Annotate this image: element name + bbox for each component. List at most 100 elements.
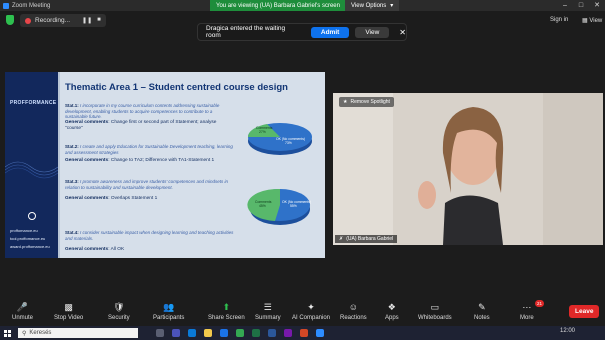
pie-chart-1: Comments 27% OK (No comments) 73% [247, 123, 312, 155]
zoom-taskbar-icon[interactable] [316, 329, 324, 337]
app-title: Zoom Meeting [0, 2, 51, 9]
participants-icon: 👥 [163, 301, 175, 312]
gc-text: : Change to TA2; Difference with TA1-Sta… [108, 158, 215, 163]
ai-companion-button[interactable]: ✦ AI Companion [292, 301, 330, 322]
view-waiting-button[interactable]: View [355, 26, 390, 38]
file-explorer-icon[interactable] [204, 329, 212, 337]
pie-chart-2: Comments 45% OK (No comments) 55% [247, 188, 311, 225]
teams-icon[interactable] [172, 329, 180, 337]
windows-logo-icon [3, 329, 11, 337]
speaker-video-frame [333, 93, 603, 245]
reactions-icon: ☺ [348, 302, 358, 312]
stat-1: Stat.1: I incorporate in my course curri… [65, 103, 235, 120]
maximize-button[interactable]: □ [573, 0, 589, 11]
encryption-shield-icon[interactable] [6, 15, 14, 25]
stat-label: Stat.2: [65, 144, 79, 149]
slide-link-1: proffomance.eu [10, 228, 38, 233]
globe-icon [28, 212, 36, 220]
reactions-button[interactable]: ☺ Reactions [340, 302, 367, 321]
taskbar-clock: 12:00 [559, 328, 575, 334]
notes-icon: ✎ [478, 301, 486, 312]
participant-name-tag: ✗ (UA) Barbara Gabriel [335, 235, 398, 243]
slide-link-2: tool.proffomance.eu [10, 236, 46, 241]
stat-text: I create and apply Education for Sustain… [65, 144, 233, 155]
word-icon[interactable] [268, 329, 276, 337]
remove-spotlight-label: Remove Spotlight [350, 99, 390, 105]
pause-recording-icon[interactable]: ❚❚ [82, 17, 92, 24]
ai-icon: ✦ [307, 301, 315, 312]
pie-value-comments: 45% [259, 204, 266, 208]
slide-title: Thematic Area 1 – Student centred course… [65, 82, 288, 93]
apps-button[interactable]: ❖ Apps [385, 301, 399, 322]
general-comments-3: General comments: Overlaps Statement 1 [65, 196, 230, 202]
recording-indicator: Recording... ❚❚ ■ [20, 14, 106, 27]
edge-icon[interactable] [188, 329, 196, 337]
windows-taskbar: ⚲ Keresés 12:00 [0, 326, 605, 340]
admit-button[interactable]: Admit [310, 26, 350, 38]
participants-button[interactable]: 👥 Participants [153, 301, 184, 322]
chevron-down-icon: ▾ [390, 3, 394, 9]
onenote-icon[interactable] [284, 329, 292, 337]
grid-icon: ▦ [582, 18, 588, 24]
view-label: View [589, 18, 603, 24]
stat-2: Stat.2: I create and apply Education for… [65, 144, 235, 155]
view-options-button[interactable]: View Options ▾ [345, 0, 400, 11]
share-icon: ⬆ [222, 301, 231, 312]
record-dot-icon [25, 17, 31, 24]
slide-link-3: award.proffomance.eu [10, 244, 50, 249]
minimize-button[interactable]: – [557, 0, 573, 11]
window-title: Zoom Meeting [12, 2, 51, 9]
stat-label: Stat.4: [65, 230, 79, 235]
whiteboards-button[interactable]: ▭ Whiteboards [418, 302, 452, 322]
taskbar-search[interactable]: ⚲ Keresés [18, 328, 138, 338]
stat-text: I consider sustainable impact when desig… [65, 230, 234, 241]
unmute-button[interactable]: 🎤 Unmute [12, 301, 33, 322]
sign-in-link[interactable]: Sign in [550, 17, 568, 23]
remove-spotlight-button[interactable]: ★ Remove Spotlight [339, 97, 394, 107]
notes-button[interactable]: ✎ Notes [474, 301, 490, 322]
gc-label: General comments [65, 120, 109, 125]
share-screen-button[interactable]: ⬆ Share Screen [208, 301, 245, 322]
general-comments-4: General comments: All OK [65, 247, 230, 253]
stat-text: I promote awareness and improve students… [65, 179, 228, 190]
pie-value-comments: 27% [259, 130, 266, 134]
more-button[interactable]: ⋯ More [520, 301, 534, 322]
chrome-icon[interactable] [236, 329, 244, 337]
general-comments-1: General comments: Change first or second… [65, 120, 230, 132]
slide-brand-logo: PROFFORMANCE [10, 100, 57, 106]
stop-video-button[interactable]: ▩ Stop Video [54, 302, 83, 322]
mic-off-icon: ✗ [339, 236, 344, 242]
summary-button[interactable]: ☰ Summary [255, 301, 281, 322]
window-controls: – □ ✕ [557, 0, 605, 11]
gc-label: General comments [65, 247, 109, 252]
participant-name: (UA) Barbara Gabriel [346, 236, 394, 242]
gc-text: : All OK [108, 247, 125, 252]
mic-off-icon: 🎤 [16, 301, 29, 312]
search-icon: ⚲ [22, 330, 27, 337]
excel-icon[interactable] [252, 329, 260, 337]
powerpoint-icon[interactable] [300, 329, 308, 337]
participant-video[interactable]: ★ Remove Spotlight ✗ (UA) Barbara Gabrie… [333, 93, 603, 245]
view-button[interactable]: ▦ View [582, 17, 602, 24]
pin-icon: ★ [343, 99, 348, 105]
leave-button[interactable]: Leave [569, 305, 600, 318]
close-icon[interactable]: ✕ [399, 28, 406, 37]
gc-label: General comments [65, 158, 109, 163]
stop-recording-icon[interactable]: ■ [97, 17, 101, 24]
waiting-room-notification: Dragica entered the waiting room Admit V… [197, 23, 407, 41]
outlook-icon[interactable] [220, 329, 228, 337]
apps-icon: ❖ [387, 301, 396, 312]
summary-icon: ☰ [263, 301, 272, 312]
start-button[interactable] [0, 326, 14, 340]
gc-text: : Overlaps Statement 1 [108, 196, 158, 201]
shared-screen: PROFFORMANCE proffomance.eu tool.proffom… [5, 72, 325, 258]
task-view-icon[interactable] [156, 329, 164, 337]
more-icon: ⋯ [522, 301, 532, 312]
more-badge: 21 [535, 300, 545, 307]
security-button[interactable]: 🛡 Security [108, 301, 130, 322]
close-button[interactable]: ✕ [589, 0, 605, 11]
general-comments-2: General comments: Change to TA2; Differe… [65, 158, 230, 164]
taskbar-search-placeholder: Keresés [29, 330, 52, 336]
shield-icon: 🛡 [113, 301, 125, 312]
wave-decoration [5, 161, 58, 179]
